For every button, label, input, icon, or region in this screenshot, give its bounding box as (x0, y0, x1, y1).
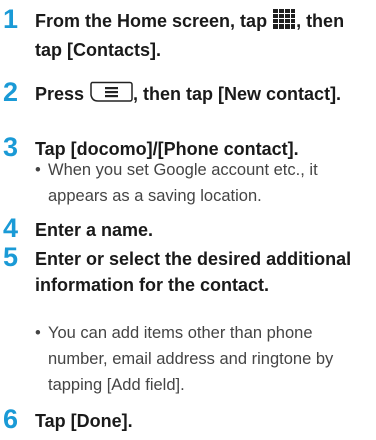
step-title: Tap [Done]. (35, 411, 133, 431)
step-number: 6 (3, 404, 19, 434)
step-number: 3 (3, 132, 19, 162)
step-title: Enter or select the desired additional i… (35, 249, 352, 295)
bullet: • (35, 161, 41, 179)
note-text: You can add items other than phone numbe… (48, 324, 334, 394)
step-number: 2 (3, 77, 19, 107)
step-title: Enter a name. (35, 220, 154, 240)
bullet: • (35, 324, 41, 342)
step-note: • When you set Google account etc., it a… (35, 157, 370, 209)
step-note: • You can add items other than phone num… (35, 320, 370, 398)
step-number: 1 (3, 4, 19, 34)
step-title: From the Home screen, tap , then tap [Co… (35, 8, 365, 63)
step-title: Press , then tap [New contact]. (35, 81, 365, 110)
menu-key-icon (89, 81, 133, 110)
note-text: When you set Google account etc., it app… (48, 161, 318, 205)
step-number: 5 (3, 242, 19, 272)
step-number: 4 (3, 213, 19, 243)
apps-grid-icon (272, 8, 296, 37)
